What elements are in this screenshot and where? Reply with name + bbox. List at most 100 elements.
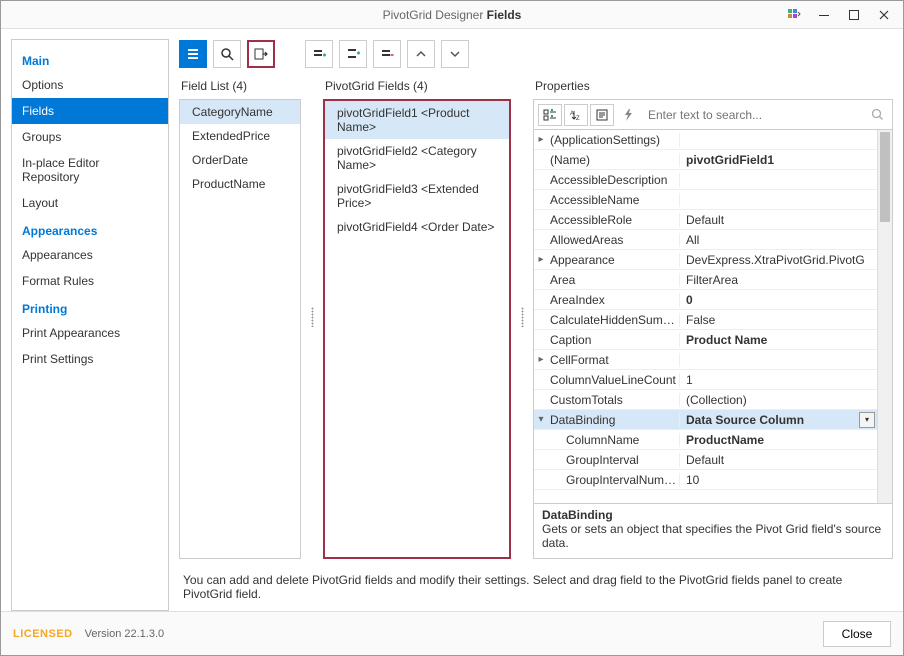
window-title-prefix: PivotGrid Designer [383, 8, 487, 22]
property-row[interactable]: AreaIndex0 [534, 290, 877, 310]
pivot-fields-list[interactable]: pivotGridField1 <Product Name>pivotGridF… [323, 99, 511, 559]
move-up-button[interactable] [407, 40, 435, 68]
property-row[interactable]: AccessibleName [534, 190, 877, 210]
property-value[interactable]: 10 [680, 473, 877, 487]
insert-field-button[interactable] [339, 40, 367, 68]
grid-menu-icon[interactable] [779, 3, 809, 27]
expand-icon[interactable]: ▸ [534, 254, 548, 265]
property-name: AllowedAreas [548, 233, 680, 247]
property-value[interactable]: Default [680, 213, 877, 227]
remove-field-button[interactable] [373, 40, 401, 68]
property-row[interactable]: ▸AppearanceDevExpress.XtraPivotGrid.Pivo… [534, 250, 877, 270]
add-field-button[interactable] [305, 40, 333, 68]
property-row[interactable]: ▸CellFormat [534, 350, 877, 370]
search-icon [871, 108, 888, 121]
property-value[interactable]: FilterArea [680, 273, 877, 287]
sidebar-item[interactable]: Appearances [12, 242, 168, 268]
list-item[interactable]: ProductName [180, 172, 300, 196]
property-row[interactable]: CaptionProduct Name [534, 330, 877, 350]
property-row[interactable]: AccessibleDescription [534, 170, 877, 190]
property-value[interactable]: ProductName [680, 433, 877, 447]
property-name: GroupInterval [548, 453, 680, 467]
sidebar-item[interactable]: Options [12, 72, 168, 98]
property-value[interactable]: False [680, 313, 877, 327]
categorized-button[interactable] [538, 104, 562, 126]
dropdown-icon[interactable]: ▾ [859, 412, 875, 428]
view-list-button[interactable] [179, 40, 207, 68]
sidebar-item[interactable]: Fields [12, 98, 168, 124]
property-name: Area [548, 273, 680, 287]
property-row[interactable]: GroupIntervalNumericRa10 [534, 470, 877, 490]
property-name: AccessibleRole [548, 213, 680, 227]
move-down-button[interactable] [441, 40, 469, 68]
property-value[interactable]: Default [680, 453, 877, 467]
property-row[interactable]: ColumnValueLineCount1 [534, 370, 877, 390]
close-button[interactable]: Close [823, 621, 891, 647]
sidebar-item[interactable]: Print Appearances [12, 320, 168, 346]
list-item[interactable]: ExtendedPrice [180, 124, 300, 148]
property-name: CalculateHiddenSummaries [548, 313, 680, 327]
sidebar-item[interactable]: Format Rules [12, 268, 168, 294]
sidebar-heading: Appearances [12, 216, 168, 242]
list-item[interactable]: pivotGridField4 <Order Date> [325, 215, 509, 239]
property-row[interactable]: ▸(ApplicationSettings) [534, 130, 877, 150]
property-row[interactable]: (Name)pivotGridField1 [534, 150, 877, 170]
property-row[interactable]: CalculateHiddenSummariesFalse [534, 310, 877, 330]
property-value[interactable]: Data Source Column [680, 413, 859, 427]
property-row[interactable]: GroupIntervalDefault [534, 450, 877, 470]
sidebar-item[interactable]: In-place Editor Repository [12, 150, 168, 190]
sidebar-item[interactable]: Groups [12, 124, 168, 150]
property-grid[interactable]: ▸(ApplicationSettings)(Name)pivotGridFie… [534, 130, 877, 503]
list-item[interactable]: pivotGridField2 <Category Name> [325, 139, 509, 177]
sidebar: MainOptionsFieldsGroupsIn-place Editor R… [11, 39, 169, 611]
titlebar: PivotGrid Designer Fields [1, 1, 903, 29]
property-row[interactable]: AreaFilterArea [534, 270, 877, 290]
property-row[interactable]: AccessibleRoleDefault [534, 210, 877, 230]
field-list[interactable]: CategoryNameExtendedPriceOrderDateProduc… [179, 99, 301, 559]
pivot-fields-label: PivotGrid Fields (4) [323, 75, 511, 99]
properties-toolbar: AZ [533, 99, 893, 129]
search-button[interactable] [213, 40, 241, 68]
property-value[interactable]: DevExpress.XtraPivotGrid.PivotG [680, 253, 877, 267]
property-value[interactable]: 0 [680, 293, 877, 307]
splitter-2[interactable] [519, 75, 525, 559]
maximize-button[interactable] [839, 3, 869, 27]
property-value[interactable]: Product Name [680, 333, 877, 347]
events-button[interactable] [616, 104, 640, 126]
svg-text:Z: Z [576, 116, 580, 121]
titlebar-controls [779, 3, 899, 27]
properties-panel: Properties AZ [533, 75, 893, 559]
property-value[interactable]: 1 [680, 373, 877, 387]
retrieve-fields-button[interactable] [247, 40, 275, 68]
property-row[interactable]: AllowedAreasAll [534, 230, 877, 250]
property-value[interactable]: (Collection) [680, 393, 877, 407]
property-row[interactable]: CustomTotals(Collection) [534, 390, 877, 410]
expand-icon[interactable]: ▸ [534, 354, 548, 365]
property-search-input[interactable] [642, 104, 869, 126]
close-window-button[interactable] [869, 3, 899, 27]
list-item[interactable]: CategoryName [180, 100, 300, 124]
property-name: CellFormat [548, 353, 680, 367]
property-name: AccessibleDescription [548, 173, 680, 187]
list-item[interactable]: OrderDate [180, 148, 300, 172]
expand-icon[interactable]: ▾ [534, 414, 548, 425]
property-value[interactable]: All [680, 233, 877, 247]
licensed-badge: LICENSED [13, 628, 73, 640]
minimize-button[interactable] [809, 3, 839, 27]
property-row[interactable]: ▾DataBindingData Source Column▾ [534, 410, 877, 430]
main-panel: Field List (4) CategoryNameExtendedPrice… [179, 39, 893, 611]
alphabetical-button[interactable]: AZ [564, 104, 588, 126]
property-name: DataBinding [548, 413, 680, 427]
sidebar-item[interactable]: Print Settings [12, 346, 168, 372]
scrollbar-thumb[interactable] [880, 132, 890, 222]
splitter-1[interactable] [309, 75, 315, 559]
property-value[interactable]: pivotGridField1 [680, 153, 877, 167]
list-item[interactable]: pivotGridField3 <Extended Price> [325, 177, 509, 215]
property-scrollbar[interactable] [877, 130, 892, 503]
expand-icon[interactable]: ▸ [534, 134, 548, 145]
property-page-button[interactable] [590, 104, 614, 126]
window-title-bold: Fields [487, 8, 522, 22]
sidebar-item[interactable]: Layout [12, 190, 168, 216]
property-row[interactable]: ColumnNameProductName [534, 430, 877, 450]
list-item[interactable]: pivotGridField1 <Product Name> [325, 101, 509, 139]
